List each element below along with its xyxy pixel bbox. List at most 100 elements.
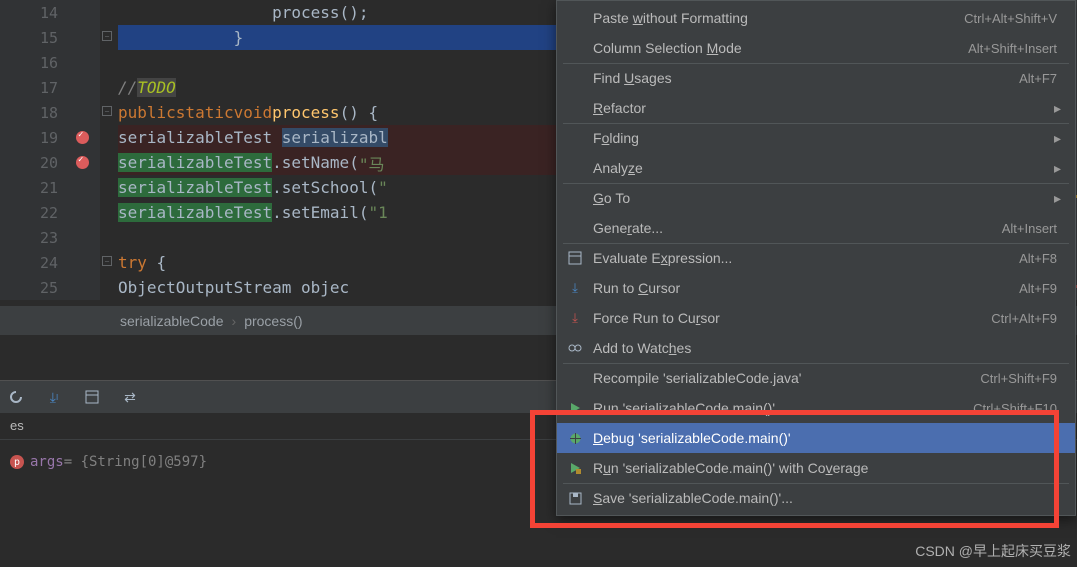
menu-item-label: Run 'serializableCode.main()' bbox=[593, 400, 973, 416]
chevron-right-icon: ▸ bbox=[1054, 130, 1061, 147]
menu-item-shortcut: Ctrl+Shift+F9 bbox=[980, 371, 1057, 386]
settings-icon[interactable]: ⇄ bbox=[120, 387, 140, 407]
menu-item-label: Debug 'serializableCode.main()' bbox=[593, 430, 1057, 446]
run-to-cursor-icon[interactable]: ⤓I bbox=[44, 387, 64, 407]
breadcrumb-item[interactable]: serializableCode bbox=[120, 313, 224, 329]
code-text: { bbox=[147, 253, 166, 272]
menu-item-shortcut: Alt+F9 bbox=[1019, 281, 1057, 296]
menu-item-label: Save 'serializableCode.main()'... bbox=[593, 490, 1057, 506]
code-text: process(); bbox=[118, 3, 368, 22]
menu-item[interactable]: Debug 'serializableCode.main()' bbox=[557, 423, 1075, 453]
menu-item-shortcut: Alt+Shift+Insert bbox=[968, 41, 1057, 56]
menu-item[interactable]: Refactor▸ bbox=[557, 93, 1075, 123]
watch-icon bbox=[567, 340, 583, 356]
code-text: void bbox=[234, 103, 273, 122]
menu-item[interactable]: Run 'serializableCode.main()' with Cover… bbox=[557, 453, 1075, 483]
menu-item-shortcut: Ctrl+Shift+F10 bbox=[973, 401, 1057, 416]
menu-item-label: Run 'serializableCode.main()' with Cover… bbox=[593, 460, 1057, 476]
code-text: () { bbox=[340, 103, 379, 122]
menu-item-shortcut: Ctrl+Alt+Shift+V bbox=[964, 11, 1057, 26]
menu-item-label: Find Usages bbox=[593, 70, 1019, 86]
line-number: 21 bbox=[34, 179, 58, 197]
menu-item-label: Analyze bbox=[593, 160, 1057, 176]
code-text: serializabl bbox=[282, 128, 388, 147]
menu-item-label: Force Run to Cursor bbox=[593, 310, 991, 326]
line-number: 15 bbox=[34, 29, 58, 47]
menu-item[interactable]: Save 'serializableCode.main()'... bbox=[557, 483, 1075, 513]
fold-marker-icon[interactable]: − bbox=[102, 106, 112, 116]
code-text: serializableTest bbox=[118, 128, 282, 147]
code-text: static bbox=[176, 103, 234, 122]
code-text: serializableTest bbox=[118, 178, 272, 197]
chevron-right-icon: ▸ bbox=[1054, 100, 1061, 117]
menu-item-label: Evaluate Expression... bbox=[593, 250, 1019, 266]
menu-item-shortcut: Alt+Insert bbox=[1002, 221, 1057, 236]
line-number: 25 bbox=[34, 279, 58, 297]
line-number: 16 bbox=[34, 54, 58, 72]
watermark-text: CSDN @早上起床买豆浆 bbox=[915, 541, 1071, 561]
menu-item[interactable]: Column Selection ModeAlt+Shift+Insert bbox=[557, 33, 1075, 63]
param-icon: p bbox=[10, 455, 24, 469]
menu-item-label: Generate... bbox=[593, 220, 1002, 236]
line-number: 24 bbox=[34, 254, 58, 272]
code-text: .setEmail( bbox=[272, 203, 368, 222]
line-number: 17 bbox=[34, 79, 58, 97]
menu-item[interactable]: Run 'serializableCode.main()'Ctrl+Shift+… bbox=[557, 393, 1075, 423]
code-text: serializableTest bbox=[118, 153, 272, 172]
line-number: 14 bbox=[34, 4, 58, 22]
line-number: 22 bbox=[34, 204, 58, 222]
cover-icon bbox=[567, 460, 583, 476]
calc-icon bbox=[567, 250, 583, 266]
line-number: 20 bbox=[34, 154, 58, 172]
code-text: ObjectOutputStream objec bbox=[118, 278, 349, 297]
gutter: 14 15− 16 17 18− 19 20 21 22 23 24− 25 bbox=[0, 0, 100, 300]
save-icon bbox=[567, 490, 583, 506]
menu-item-label: Add to Watches bbox=[593, 340, 1057, 356]
run-icon bbox=[567, 400, 583, 416]
code-text: "1 bbox=[368, 203, 387, 222]
fold-marker-icon[interactable]: − bbox=[102, 256, 112, 266]
menu-item[interactable]: Recompile 'serializableCode.java'Ctrl+Sh… bbox=[557, 363, 1075, 393]
menu-item-label: Run to Cursor bbox=[593, 280, 1019, 296]
menu-item-label: Column Selection Mode bbox=[593, 40, 968, 56]
variable-value: = {String[0]@597} bbox=[64, 454, 207, 470]
debug-icon bbox=[567, 430, 583, 446]
menu-item[interactable]: ⤓Run to CursorAlt+F9 bbox=[557, 273, 1075, 303]
code-text: public bbox=[118, 103, 176, 122]
menu-item[interactable]: ⤓ Force Run to CursorCtrl+Alt+F9 bbox=[557, 303, 1075, 333]
breadcrumb-item[interactable]: process() bbox=[244, 313, 302, 329]
menu-item[interactable]: Add to Watches bbox=[557, 333, 1075, 363]
code-text: " bbox=[378, 178, 388, 197]
context-menu: Paste without FormattingCtrl+Alt+Shift+V… bbox=[556, 0, 1076, 516]
code-text: process bbox=[272, 103, 339, 122]
todo-marker: TODO bbox=[137, 78, 176, 97]
menu-item-shortcut: Alt+F8 bbox=[1019, 251, 1057, 266]
code-text: } bbox=[118, 28, 243, 47]
breakpoint-icon[interactable] bbox=[76, 156, 89, 169]
menu-item-label: Folding bbox=[593, 130, 1057, 146]
forcerun-icon: ⤓ bbox=[567, 310, 583, 326]
fold-marker-icon[interactable]: − bbox=[102, 31, 112, 41]
menu-item-shortcut: Ctrl+Alt+F9 bbox=[991, 311, 1057, 326]
chevron-right-icon: ▸ bbox=[1054, 190, 1061, 207]
calculator-icon[interactable] bbox=[82, 387, 102, 407]
menu-item[interactable]: Analyze▸ bbox=[557, 153, 1075, 183]
line-number: 18 bbox=[34, 104, 58, 122]
code-text: .setSchool( bbox=[272, 178, 378, 197]
code-text: "马 bbox=[359, 151, 385, 175]
code-text: serializableTest bbox=[118, 203, 272, 222]
menu-item-label: Go To bbox=[593, 190, 1057, 206]
menu-item[interactable]: Folding▸ bbox=[557, 123, 1075, 153]
menu-item[interactable]: Go To▸ bbox=[557, 183, 1075, 213]
menu-item[interactable]: Find UsagesAlt+F7 bbox=[557, 63, 1075, 93]
breakpoint-icon[interactable] bbox=[76, 131, 89, 144]
menu-item[interactable]: Paste without FormattingCtrl+Alt+Shift+V bbox=[557, 3, 1075, 33]
menu-item-label: Recompile 'serializableCode.java' bbox=[593, 370, 980, 386]
line-number: 19 bbox=[34, 129, 58, 147]
menu-item[interactable]: Evaluate Expression...Alt+F8 bbox=[557, 243, 1075, 273]
code-text: .setName( bbox=[272, 153, 359, 172]
code-text: // bbox=[118, 78, 137, 97]
menu-item[interactable]: Generate...Alt+Insert bbox=[557, 213, 1075, 243]
restart-icon[interactable] bbox=[6, 387, 26, 407]
menu-item-shortcut: Alt+F7 bbox=[1019, 71, 1057, 86]
